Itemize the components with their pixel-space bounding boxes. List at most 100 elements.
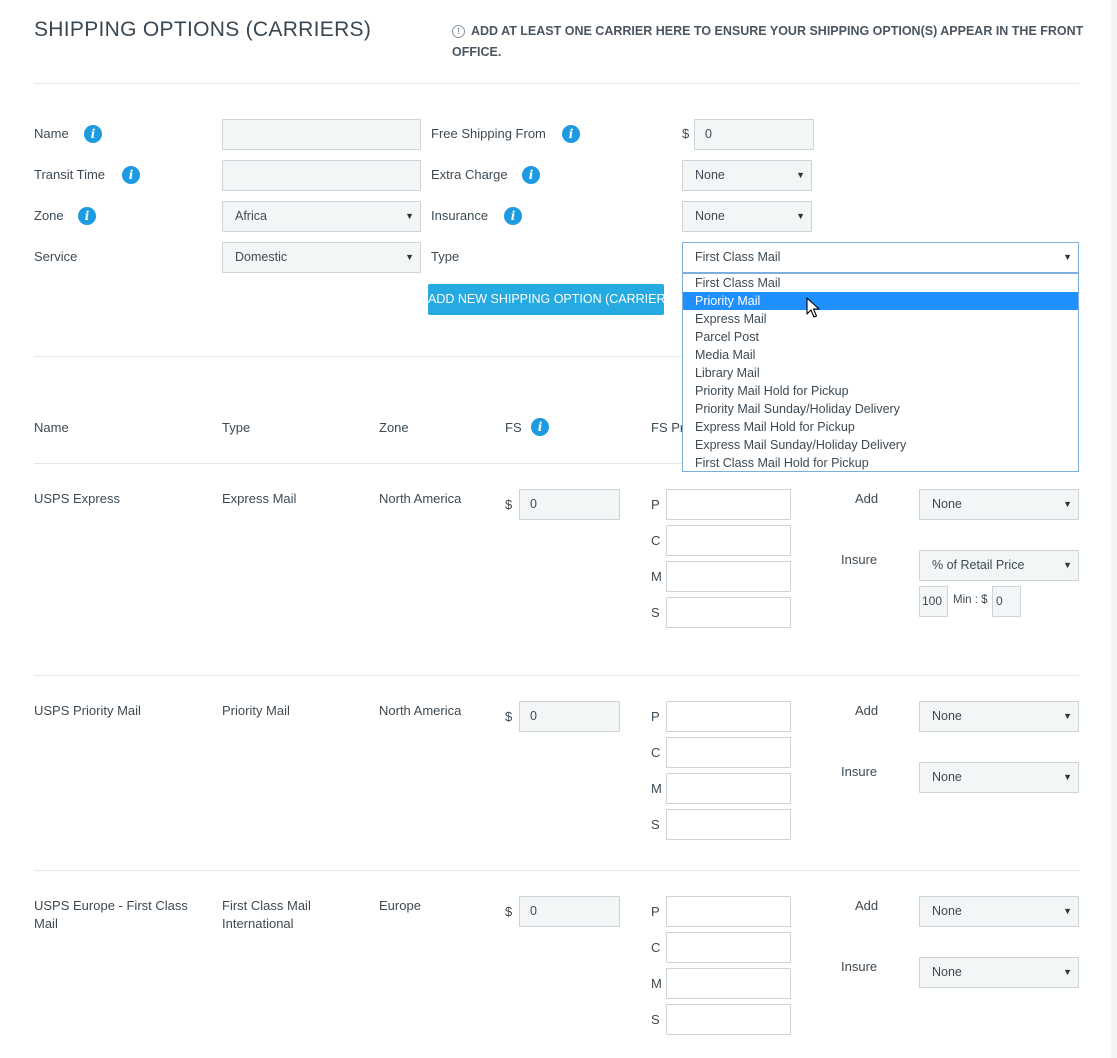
type-option[interactable]: Express Mail Hold for Pickup (683, 418, 1078, 436)
price-m-label: M (651, 781, 662, 796)
extra-charge-info-icon[interactable]: i (522, 166, 540, 184)
extra-charge-label: Extra Charge (431, 167, 508, 182)
insure-select[interactable]: % of Retail Price ▼ (919, 550, 1079, 581)
add-select-value: None (932, 497, 962, 511)
service-select[interactable]: Domestic ▼ (222, 242, 421, 273)
price-c-input[interactable] (666, 525, 791, 556)
warning-icon: ! (452, 25, 465, 38)
chevron-down-icon: ▼ (1063, 967, 1072, 977)
column-header-fs-price: FS Pr (651, 420, 685, 435)
type-option-highlighted[interactable]: Priority Mail (683, 292, 1078, 310)
price-c-input[interactable] (666, 737, 791, 768)
type-option[interactable]: Media Mail (683, 346, 1078, 364)
insure-label: Insure (841, 959, 878, 974)
add-select[interactable]: None ▼ (919, 701, 1079, 732)
min-input[interactable]: 0 (992, 586, 1021, 617)
price-c-label: C (651, 745, 661, 760)
type-option[interactable]: First Class Mail (683, 274, 1078, 292)
price-m-label: M (651, 569, 662, 584)
insurance-select[interactable]: None ▼ (682, 201, 812, 232)
column-header-zone: Zone (379, 420, 409, 435)
front-office-notice: ! ADD AT LEAST ONE CARRIER HERE TO ENSURE… (452, 21, 1092, 63)
type-option[interactable]: Library Mail (683, 364, 1078, 382)
insure-label: Insure (841, 552, 878, 567)
chevron-down-icon: ▼ (1063, 711, 1072, 721)
row-zone: North America (379, 491, 462, 506)
insure-percent-input[interactable]: 100 (919, 586, 948, 617)
row-fs-input[interactable]: 0 (519, 896, 620, 927)
row-fs-currency: $ (505, 904, 513, 919)
add-select[interactable]: None ▼ (919, 489, 1079, 520)
type-select-value: First Class Mail (695, 250, 781, 264)
row-type: Express Mail (222, 491, 297, 506)
price-p-input[interactable] (666, 489, 791, 520)
insure-select-value: % of Retail Price (932, 558, 1025, 572)
add-shipping-option-button[interactable]: ADD NEW SHIPPING OPTION (CARRIER) (428, 284, 670, 315)
extra-charge-value: None (695, 168, 725, 182)
row-divider (34, 675, 1079, 676)
type-option[interactable]: Priority Mail Hold for Pickup (683, 382, 1078, 400)
row-fs-input[interactable]: 0 (519, 489, 620, 520)
transit-time-label: Transit Time (34, 167, 106, 182)
row-fs-input[interactable]: 0 (519, 701, 620, 732)
price-p-label: P (651, 709, 660, 724)
type-select[interactable]: First Class Mail ▼ (682, 242, 1079, 273)
insurance-value: None (695, 209, 725, 223)
insure-select[interactable]: None ▼ (919, 957, 1079, 988)
price-s-input[interactable] (666, 809, 791, 840)
price-m-input[interactable] (666, 773, 791, 804)
chevron-down-icon: ▼ (1063, 499, 1072, 509)
free-shipping-info-icon[interactable]: i (562, 125, 580, 143)
add-label: Add (855, 703, 879, 718)
name-input[interactable] (222, 119, 421, 150)
extra-charge-select[interactable]: None ▼ (682, 160, 812, 191)
add-label: Add (855, 898, 879, 913)
notice-text: ADD AT LEAST ONE CARRIER HERE TO ENSURE … (452, 24, 1084, 59)
insure-select[interactable]: None ▼ (919, 762, 1079, 793)
chevron-down-icon: ▼ (1063, 560, 1072, 570)
chevron-down-icon: ▼ (405, 211, 414, 221)
add-label: Add (855, 491, 879, 506)
price-m-input[interactable] (666, 968, 791, 999)
zone-info-icon[interactable]: i (78, 207, 96, 225)
add-select-value: None (932, 904, 962, 918)
price-p-label: P (651, 497, 660, 512)
name-info-icon[interactable]: i (84, 125, 102, 143)
price-p-label: P (651, 904, 660, 919)
fs-info-icon[interactable]: i (531, 418, 549, 436)
price-s-label: S (651, 817, 660, 832)
type-option[interactable]: Express Mail Sunday/Holiday Delivery (683, 436, 1078, 454)
add-select-value: None (932, 709, 962, 723)
type-option[interactable]: Parcel Post (683, 328, 1078, 346)
price-s-label: S (651, 1012, 660, 1027)
transit-time-input[interactable] (222, 160, 421, 191)
price-p-input[interactable] (666, 896, 791, 927)
price-m-input[interactable] (666, 561, 791, 592)
price-c-input[interactable] (666, 932, 791, 963)
row-name: USPS Europe - First Class Mail (34, 898, 188, 931)
page-scrollbar[interactable] (1111, 0, 1117, 1058)
price-s-input[interactable] (666, 1004, 791, 1035)
zone-select[interactable]: Africa ▼ (222, 201, 421, 232)
insurance-info-icon[interactable]: i (504, 207, 522, 225)
transit-time-info-icon[interactable]: i (122, 166, 140, 184)
row-name: USPS Express (34, 491, 120, 506)
row-type: Priority Mail (222, 703, 290, 718)
price-s-label: S (651, 605, 660, 620)
insure-select-value: None (932, 965, 962, 979)
name-label: Name (34, 126, 69, 141)
service-select-value: Domestic (235, 250, 288, 264)
price-p-input[interactable] (666, 701, 791, 732)
price-c-label: C (651, 940, 661, 955)
price-s-input[interactable] (666, 597, 791, 628)
free-shipping-input[interactable]: 0 (694, 119, 814, 150)
add-select[interactable]: None ▼ (919, 896, 1079, 927)
type-label: Type (431, 249, 460, 264)
type-option[interactable]: Express Mail (683, 310, 1078, 328)
chevron-down-icon: ▼ (1063, 772, 1072, 782)
type-option[interactable]: First Class Mail Hold for Pickup (683, 454, 1078, 471)
chevron-down-icon: ▼ (405, 252, 414, 262)
row-name: USPS Priority Mail (34, 703, 141, 718)
row-type: First Class Mail International (222, 898, 311, 931)
type-option[interactable]: Priority Mail Sunday/Holiday Delivery (683, 400, 1078, 418)
